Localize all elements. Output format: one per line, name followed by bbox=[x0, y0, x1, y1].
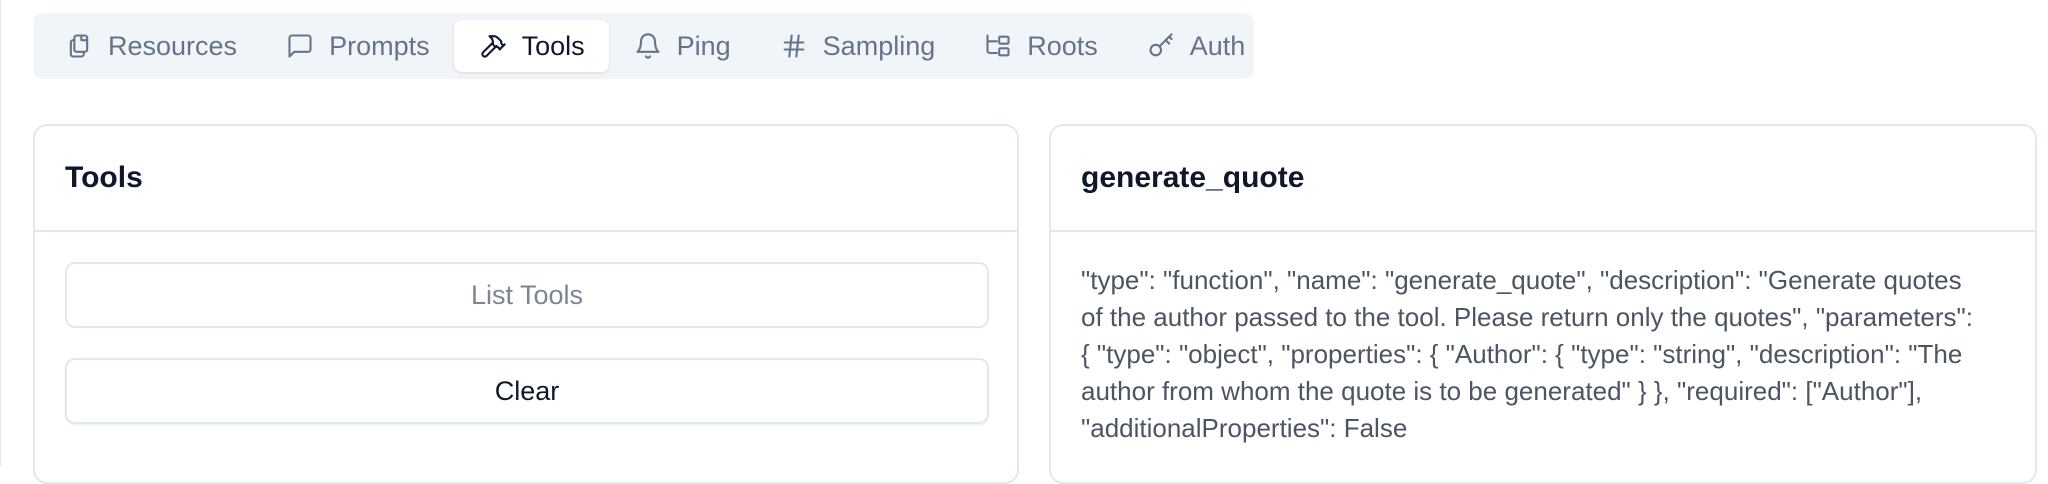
tab-sampling[interactable]: Sampling bbox=[755, 20, 960, 72]
tab-prompts[interactable]: Prompts bbox=[261, 20, 454, 72]
tab-auth[interactable]: Auth bbox=[1122, 20, 1270, 72]
tool-detail-panel: generate_quote "type": "function", "name… bbox=[1049, 124, 2037, 484]
tool-description: "type": "function", "name": "generate_qu… bbox=[1081, 265, 1973, 443]
tab-label: Ping bbox=[676, 30, 731, 61]
tab-label: Sampling bbox=[822, 30, 936, 61]
key-icon bbox=[1146, 31, 1176, 61]
tool-detail-title: generate_quote bbox=[1051, 126, 2035, 232]
tab-roots[interactable]: Roots bbox=[959, 20, 1122, 72]
tab-label: Resources bbox=[108, 30, 238, 61]
bell-icon bbox=[633, 31, 663, 61]
tab-ping[interactable]: Ping bbox=[609, 20, 755, 72]
clear-button[interactable]: Clear bbox=[65, 358, 989, 424]
tab-resources[interactable]: Resources bbox=[40, 20, 261, 72]
tab-label: Prompts bbox=[329, 30, 430, 61]
tab-tools[interactable]: Tools bbox=[453, 20, 609, 72]
list-tools-button[interactable]: List Tools bbox=[65, 262, 989, 328]
tools-panel-title: Tools bbox=[35, 126, 1017, 232]
files-icon bbox=[64, 31, 94, 61]
folder-tree-icon bbox=[983, 31, 1013, 61]
tab-bar: Resources Prompts Tools Ping Sampling Ro… bbox=[33, 13, 1254, 79]
tools-panel-body: List Tools Clear bbox=[35, 232, 1017, 454]
hash-icon bbox=[779, 31, 809, 61]
app-frame: Resources Prompts Tools Ping Sampling Ro… bbox=[0, 0, 2048, 484]
tab-label: Roots bbox=[1027, 30, 1098, 61]
message-square-icon bbox=[285, 31, 315, 61]
hammer-icon bbox=[478, 31, 508, 61]
tools-panel: Tools List Tools Clear bbox=[33, 124, 1019, 484]
tab-label: Auth bbox=[1189, 30, 1246, 61]
tab-label: Tools bbox=[521, 30, 585, 61]
